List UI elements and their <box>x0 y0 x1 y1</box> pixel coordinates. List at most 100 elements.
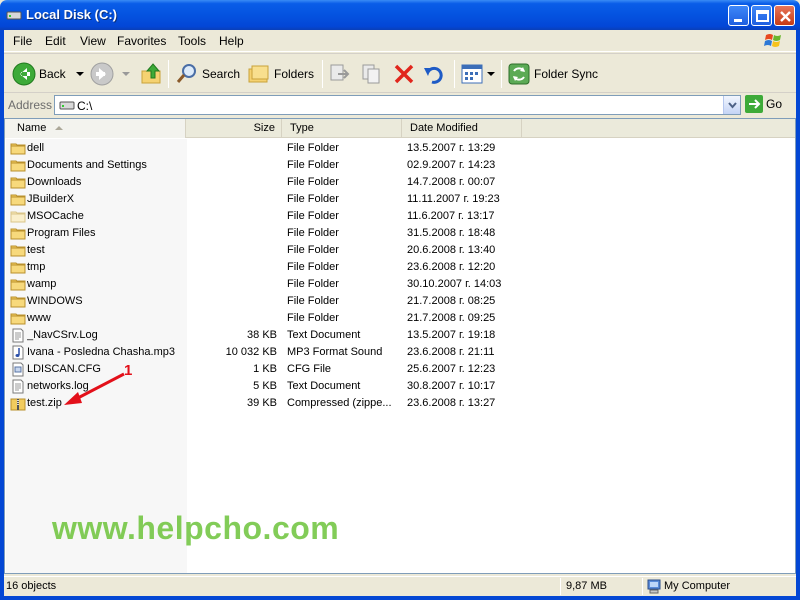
file-date-modified: 21.7.2008 г. 08:25 <box>407 295 496 307</box>
menu-view[interactable]: View <box>80 34 106 48</box>
file-date-modified: 30.10.2007 г. 14:03 <box>407 278 502 290</box>
file-name: _NavCSrv.Log <box>27 329 98 341</box>
address-dropdown-button[interactable] <box>723 96 740 114</box>
file-type: File Folder <box>287 295 339 307</box>
toolbar-separator <box>454 60 455 88</box>
menu-tools[interactable]: Tools <box>178 34 206 48</box>
folders-button[interactable]: Folders <box>247 60 314 88</box>
menu-file[interactable]: File <box>13 34 32 48</box>
views-button[interactable] <box>460 60 496 88</box>
column-header-type-label: Type <box>290 122 314 134</box>
search-label: Search <box>202 67 241 81</box>
search-icon <box>176 64 196 83</box>
copy-to-button[interactable] <box>360 60 384 88</box>
views-dropdown-icon[interactable] <box>486 70 496 78</box>
minimize-button[interactable] <box>728 5 749 26</box>
close-icon <box>780 11 791 22</box>
toolbar-separator <box>168 60 169 88</box>
file-row[interactable]: _NavCSrv.Log 38 KB Text Document 13.5.2007 … <box>5 327 795 344</box>
file-row[interactable]: Documents and Settings File Folder 02.9.20… <box>5 157 795 174</box>
file-name: Documents and Settings <box>27 159 147 171</box>
file-name: Ivana - Posledna Chasha.mp3 <box>27 346 175 358</box>
folder-icon <box>10 277 26 292</box>
column-header-size-label: Size <box>253 122 275 134</box>
sort-ascending-icon <box>55 126 63 130</box>
title-bar[interactable]: Local Disk (C:) <box>0 0 800 30</box>
up-folder-button[interactable] <box>140 60 164 88</box>
folder-icon <box>10 141 26 156</box>
menu-bar: File Edit View Favorites Tools Help <box>4 30 796 52</box>
column-header-date[interactable]: Date Modified <box>402 119 522 138</box>
file-list-pane[interactable]: Name Size Type Date Modified dell File Fo… <box>4 118 796 574</box>
back-button[interactable]: Back <box>12 60 86 88</box>
file-type: MP3 Format Sound <box>287 346 383 358</box>
maximize-icon <box>756 10 769 22</box>
folder-sync-button[interactable]: Folder Sync <box>507 60 598 88</box>
column-header-name[interactable]: Name <box>5 119 186 138</box>
file-row[interactable]: test File Folder 20.6.2008 г. 13:40 <box>5 242 795 259</box>
close-button[interactable] <box>774 5 795 26</box>
file-date-modified: 30.8.2007 г. 10:17 <box>407 380 496 392</box>
status-divider <box>642 578 643 595</box>
file-type: CFG File <box>287 363 331 375</box>
file-row[interactable]: Downloads File Folder 14.7.2008 г. 00:07 <box>5 174 795 191</box>
menu-favorites[interactable]: Favorites <box>117 34 166 48</box>
folder-icon <box>10 192 26 207</box>
column-header-type[interactable]: Type <box>282 119 402 138</box>
minimize-icon <box>734 19 742 22</box>
annotation-arrow-icon <box>64 372 125 405</box>
delete-button[interactable] <box>392 60 416 88</box>
column-header-name-label: Name <box>17 122 47 134</box>
menu-edit[interactable]: Edit <box>45 34 66 48</box>
go-button[interactable]: Go <box>745 95 782 113</box>
column-header-size[interactable]: Size <box>186 119 282 138</box>
search-button[interactable]: Search <box>175 60 240 88</box>
file-size: 10 032 KB <box>225 346 277 358</box>
windows-logo-icon <box>760 31 788 51</box>
file-row[interactable]: tmp File Folder 23.6.2008 г. 12:20 <box>5 259 795 276</box>
address-input[interactable]: C:\ <box>54 95 741 115</box>
file-date-modified: 13.5.2007 г. 13:29 <box>407 142 496 154</box>
delete-icon <box>394 64 414 84</box>
forward-dropdown-icon[interactable] <box>120 70 132 78</box>
file-row[interactable]: Program Files File Folder 31.5.2008 г. 18:… <box>5 225 795 242</box>
file-type: File Folder <box>287 176 339 188</box>
file-date-modified: 23.6.2008 г. 21:11 <box>407 346 495 358</box>
file-date-modified: 31.5.2008 г. 18:48 <box>407 227 496 239</box>
file-date-modified: 25.6.2007 г. 12:23 <box>407 363 496 375</box>
file-date-modified: 23.6.2008 г. 12:20 <box>407 261 496 273</box>
file-row[interactable]: Ivana - Posledna Chasha.mp3 10 032 KB MP3 … <box>5 344 795 361</box>
text-file-icon <box>10 328 26 343</box>
back-dropdown-icon[interactable] <box>74 70 86 78</box>
up-folder-icon <box>141 63 161 84</box>
menu-help[interactable]: Help <box>219 34 244 48</box>
column-header: Name Size Type Date Modified <box>5 119 795 138</box>
status-total-size: 9,87 MB <box>566 580 607 592</box>
file-row[interactable]: MSOCache File Folder 11.6.2007 г. 13:17 <box>5 208 795 225</box>
chevron-down-icon <box>728 102 737 109</box>
file-type: Compressed (zippe... <box>287 397 392 409</box>
file-date-modified: 13.5.2007 г. 19:18 <box>407 329 496 341</box>
file-name: Downloads <box>27 176 82 188</box>
file-name: test <box>27 244 45 256</box>
file-row[interactable]: dell File Folder 13.5.2007 г. 13:29 <box>5 140 795 157</box>
file-type: Text Document <box>287 329 361 341</box>
file-row[interactable]: wamp File Folder 30.10.2007 г. 14:03 <box>5 276 795 293</box>
column-header-date-label: Date Modified <box>410 122 478 134</box>
window-frame-right <box>796 30 800 600</box>
file-row[interactable]: WINDOWS File Folder 21.7.2008 г. 08:25 <box>5 293 795 310</box>
file-row[interactable]: JBuilderX File Folder 11.11.2007 г. 19:23 <box>5 191 795 208</box>
undo-icon <box>424 66 443 84</box>
folder-sync-label: Folder Sync <box>534 67 599 81</box>
move-to-button[interactable] <box>328 60 352 88</box>
file-name: wamp <box>27 278 57 290</box>
folder-icon <box>10 158 26 173</box>
file-name: MSOCache <box>27 210 84 222</box>
undo-button[interactable] <box>422 60 446 88</box>
forward-arrow-icon <box>90 62 114 86</box>
maximize-button[interactable] <box>751 5 772 26</box>
file-row[interactable]: www File Folder 21.7.2008 г. 09:25 <box>5 310 795 327</box>
forward-button[interactable] <box>90 60 132 88</box>
toolbar-separator <box>322 60 323 88</box>
file-type: File Folder <box>287 159 339 171</box>
